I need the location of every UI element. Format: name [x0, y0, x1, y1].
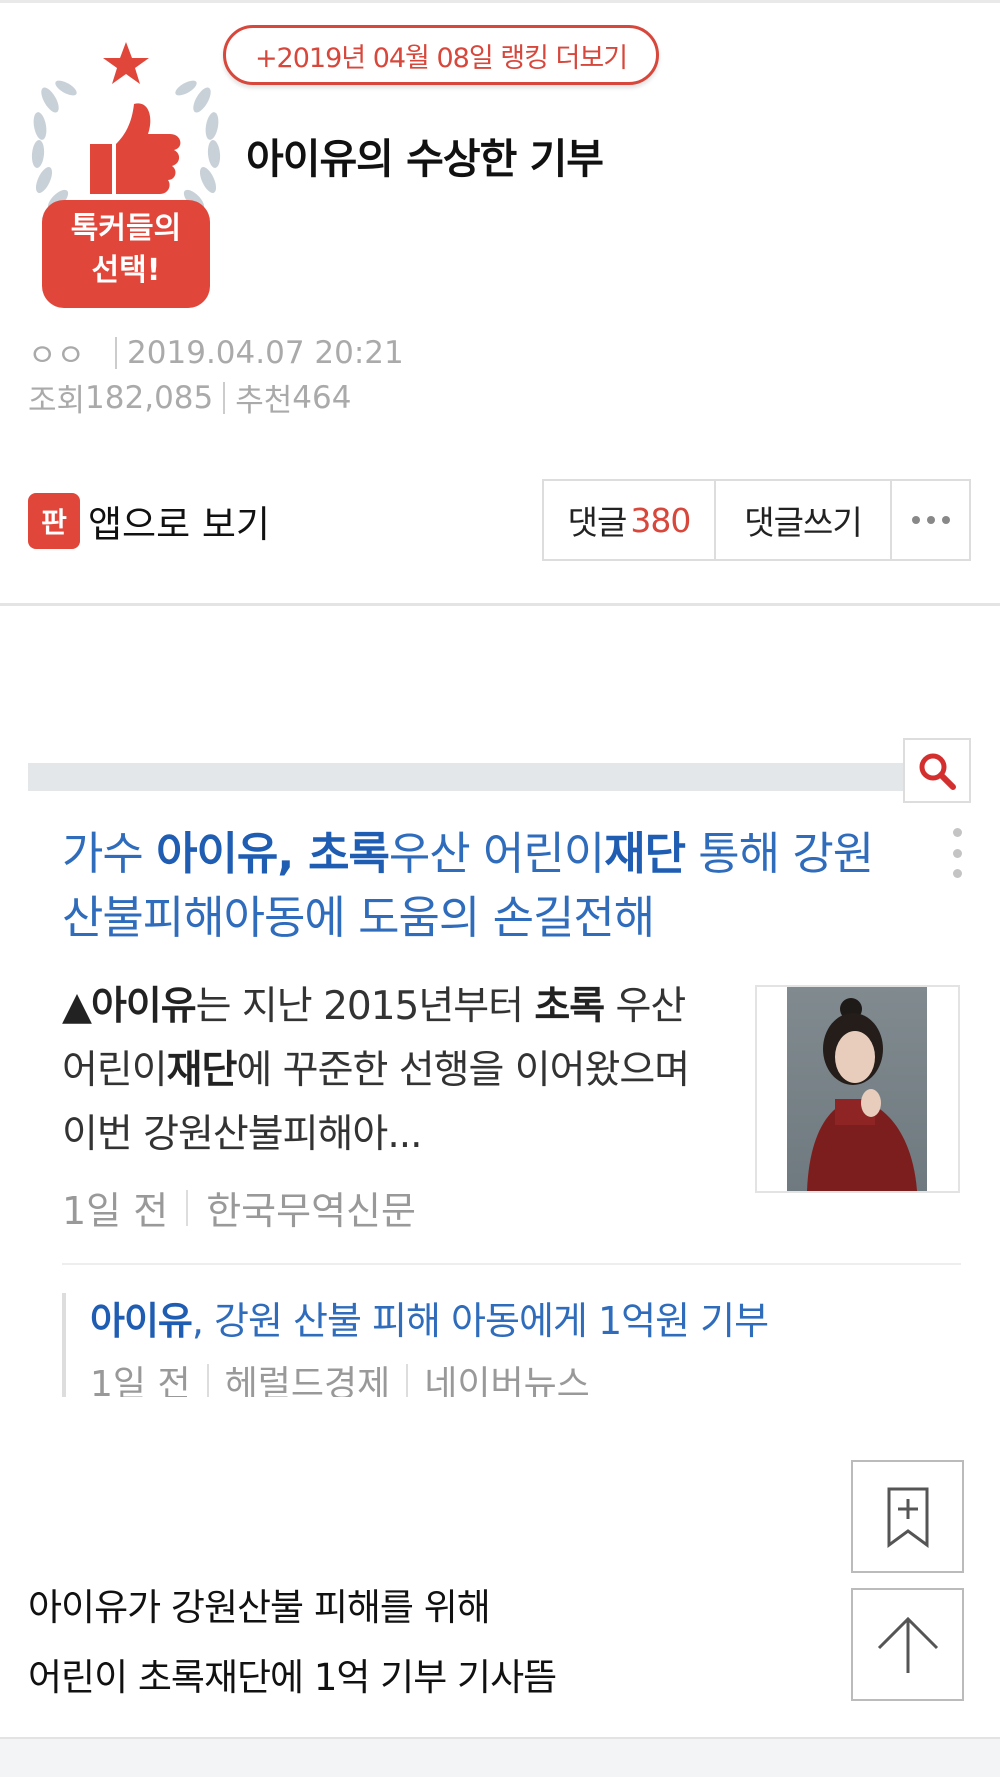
- views-count: 182,085: [85, 379, 214, 416]
- related-time: 1일 전: [90, 1364, 191, 1397]
- news-source[interactable]: 한국무역신문: [206, 1180, 416, 1235]
- post-meta-author: ㅇㅇ 2019.04.07 20:21: [28, 330, 404, 375]
- headline-bold: 아이유, 초록: [156, 827, 390, 880]
- comments-label: 댓글: [567, 503, 628, 542]
- post-datetime: 2019.04.07 20:21: [127, 334, 404, 371]
- snippet-bold: ▲아이유: [62, 984, 197, 1029]
- news-time: 1일 전: [62, 1189, 169, 1233]
- post-title: 아이유의 수상한 기부: [246, 135, 604, 183]
- recommend-count: 464: [292, 379, 352, 416]
- talkers-choice-badge: 톡커들의 선택!: [28, 40, 224, 308]
- scroll-top-button[interactable]: [851, 1588, 964, 1701]
- open-in-app-link[interactable]: 판 앱으로 보기: [28, 493, 270, 549]
- related-news-meta: 1일 전 헤럴드경제 네이버뉴스: [90, 1355, 768, 1397]
- news-headline-link[interactable]: 가수 아이유, 초록우산 어린이재단 통해 강원산불피해아동에 도움의 손길전해: [62, 822, 902, 950]
- post-body-line1: 아이유가 강원산불 피해를 위해: [28, 1586, 491, 1629]
- ranking-more-link[interactable]: +2019년 04월 08일 랭킹 더보기: [223, 25, 659, 85]
- pann-app-icon: 판: [28, 493, 80, 549]
- top-border: [0, 0, 1000, 3]
- meta-separator: [223, 381, 226, 414]
- news-snippet: ▲아이유는 지난 2015년부터 초록 우산 어린이재단에 꾸준한 선행을 이어…: [62, 975, 722, 1167]
- post-body: 아이유가 강원산불 피해를 위해 어린이 초록재단에 1억 기부 기사뜸: [28, 1573, 557, 1713]
- search-icon: [919, 753, 956, 790]
- kebab-menu-icon[interactable]: [950, 828, 964, 878]
- search-bar-strip: [28, 763, 905, 791]
- headline-text: 가수: [62, 827, 157, 880]
- arrow-up-icon: [877, 1616, 938, 1673]
- more-dots-icon: [911, 516, 950, 524]
- section-divider: [0, 603, 1000, 606]
- bookmark-button[interactable]: [851, 1460, 964, 1573]
- meta-separator: [115, 336, 118, 369]
- related-news-item[interactable]: 아이유, 강원 산불 피해 아동에게 1억원 기부 1일 전 헤럴드경제 네이버…: [62, 1293, 768, 1397]
- headline-bold: 재단: [604, 827, 686, 880]
- open-in-app-label: 앱으로 보기: [88, 503, 270, 546]
- news-divider: [62, 1263, 961, 1265]
- snippet-bold: 초록: [534, 984, 605, 1029]
- news-thumbnail[interactable]: [755, 985, 960, 1193]
- headline-text: 우산 어린이: [388, 827, 605, 880]
- more-options-button[interactable]: [892, 481, 969, 559]
- post-meta-stats: 조회 182,085 추천 464: [28, 375, 351, 420]
- badge-text-line2: 선택!: [91, 253, 161, 288]
- post-body-line2: 어린이 초록재단에 1억 기부 기사뜸: [28, 1656, 557, 1699]
- recommend-label: 추천: [235, 383, 293, 419]
- bottom-toolbar: [0, 1737, 1000, 1777]
- snippet-bold: 재단: [166, 1048, 238, 1093]
- meta-separator: [406, 1364, 409, 1397]
- meta-separator: [186, 1189, 189, 1226]
- author-name: ㅇㅇ: [28, 338, 86, 374]
- thumbnail-photo: [787, 987, 927, 1191]
- comments-button[interactable]: 댓글 380: [544, 481, 716, 559]
- related-title-bold: 아이유: [90, 1299, 193, 1343]
- write-comment-button[interactable]: 댓글쓰기: [716, 481, 892, 559]
- related-title-text: , 강원 산불 피해 아동에게 1억원 기부: [191, 1299, 769, 1343]
- comment-action-bar: 댓글 380 댓글쓰기: [542, 479, 971, 561]
- search-button[interactable]: [903, 738, 971, 803]
- snippet-text: 는 지난 2015년부터: [195, 984, 535, 1029]
- related-via: 네이버뉴스: [424, 1364, 590, 1397]
- bookmark-add-icon: [887, 1487, 928, 1548]
- meta-separator: [206, 1364, 209, 1397]
- related-news-title[interactable]: 아이유, 강원 산불 피해 아동에게 1억원 기부: [90, 1293, 768, 1349]
- comments-count: 380: [630, 500, 691, 540]
- related-source: 헤럴드경제: [224, 1364, 391, 1397]
- news-meta: 1일 전 한국무역신문: [62, 1180, 416, 1235]
- badge-text-line1: 톡커들의: [70, 211, 182, 246]
- views-label: 조회: [28, 383, 86, 419]
